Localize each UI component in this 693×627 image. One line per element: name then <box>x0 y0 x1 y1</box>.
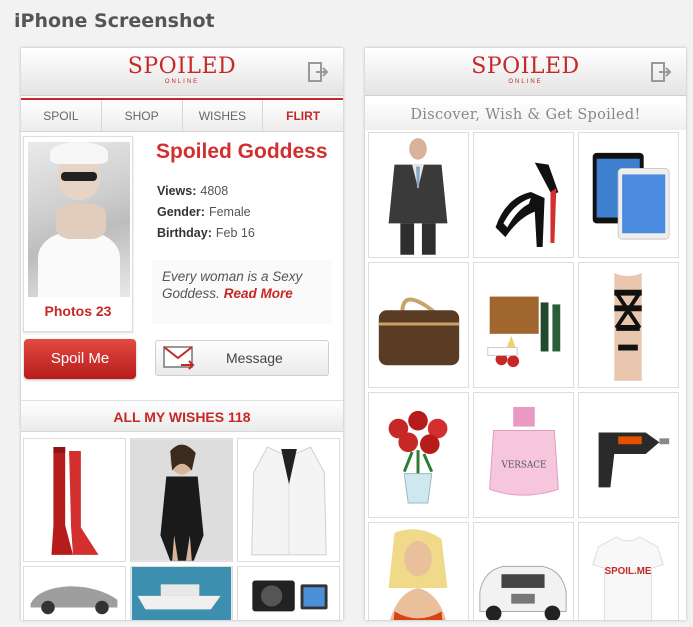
tab-spoil[interactable]: SPOIL <box>21 100 102 131</box>
logo-subtext: ONLINE <box>508 79 543 85</box>
product-roses[interactable] <box>368 392 469 518</box>
handbag-icon <box>369 263 468 387</box>
spoiled-logo[interactable]: SPOILED ONLINE <box>127 54 237 86</box>
tab-wishes[interactable]: WISHES <box>183 100 264 131</box>
logout-icon[interactable] <box>650 61 672 83</box>
sports-car-icon <box>24 567 125 620</box>
profile-screen: SPOILED ONLINE SPOIL SHOP WISHES FLIRT P… <box>21 48 343 620</box>
product-car[interactable] <box>473 522 574 620</box>
wishes-grid <box>23 438 341 620</box>
picnic-basket-icon <box>474 263 573 387</box>
all-wishes-header[interactable]: ALL MY WISHES 118 <box>21 400 343 432</box>
read-more-link[interactable]: Read More <box>224 286 293 301</box>
stat-birthday: Birthday: Feb 16 <box>157 226 255 247</box>
profile-card[interactable]: Photos 23 <box>23 136 133 332</box>
product-suit[interactable] <box>368 132 469 258</box>
wish-item-yacht[interactable] <box>130 566 233 620</box>
stat-value: 4808 <box>200 184 229 198</box>
app-header: SPOILED ONLINE <box>365 48 686 96</box>
mail-icon <box>163 346 195 370</box>
page-heading: iPhone Screenshot <box>14 10 215 32</box>
yacht-icon <box>131 567 232 620</box>
profile-name: Spoiled Goddess <box>156 140 328 163</box>
dress-model-icon <box>131 439 232 561</box>
perfume-label: VERSACE <box>500 461 546 471</box>
message-label: Message <box>226 350 283 366</box>
stat-label: Birthday: <box>157 226 212 240</box>
product-tshirt[interactable]: SPOIL.ME <box>578 522 679 620</box>
tshirt-icon: SPOIL.ME <box>579 523 678 620</box>
boots-icon <box>24 439 125 561</box>
logo-text: SPOILED <box>471 54 580 79</box>
drill-icon <box>579 393 678 517</box>
white-car-icon <box>474 523 573 620</box>
tab-shop[interactable]: SHOP <box>102 100 183 131</box>
profile-stats: Views: 4808 Gender: Female Birthday: Feb 16 <box>157 184 255 247</box>
product-model[interactable] <box>368 522 469 620</box>
discover-screen: SPOILED ONLINE Discover, Wish & Get Spoi… <box>365 48 686 620</box>
product-perfume[interactable]: VERSACE <box>473 392 574 518</box>
product-tablet[interactable] <box>578 132 679 258</box>
wish-item-red-boots[interactable] <box>23 438 126 562</box>
tab-flirt[interactable]: FLIRT <box>263 100 343 131</box>
photos-count[interactable]: Photos 23 <box>24 303 132 319</box>
wish-item-camera[interactable] <box>237 566 340 620</box>
stat-label: Gender: <box>157 205 205 219</box>
app-header: SPOILED ONLINE <box>21 48 343 96</box>
profile-photo[interactable] <box>28 142 130 297</box>
swimsuit-icon <box>579 263 678 387</box>
logo-text: SPOILED <box>127 54 237 79</box>
wish-item-sports-car[interactable] <box>23 566 126 620</box>
stat-value: Female <box>208 205 251 219</box>
message-button[interactable]: Message <box>155 340 329 376</box>
high-heels-icon <box>474 133 573 257</box>
product-heels[interactable] <box>473 132 574 258</box>
spoiled-logo[interactable]: SPOILED ONLINE <box>471 54 580 86</box>
product-picnic[interactable] <box>473 262 574 388</box>
logout-icon[interactable] <box>307 61 329 83</box>
profile-bio: Every woman is a Sexy Goddess. Read More <box>152 260 332 324</box>
tablet-icon <box>579 133 678 257</box>
wish-item-black-dress[interactable] <box>130 438 233 562</box>
tshirt-label: SPOIL.ME <box>605 566 652 577</box>
main-tabs: SPOIL SHOP WISHES FLIRT <box>21 98 343 132</box>
stat-label: Views: <box>157 184 197 198</box>
product-grid: VERSACE SPOIL.ME <box>368 132 683 620</box>
spoil-me-button[interactable]: Spoil Me <box>24 339 136 379</box>
product-handbag[interactable] <box>368 262 469 388</box>
stat-value: Feb 16 <box>215 226 255 240</box>
suit-icon <box>369 133 468 257</box>
discover-banner: Discover, Wish & Get Spoiled! <box>365 100 686 130</box>
stat-gender: Gender: Female <box>157 205 255 226</box>
logo-subtext: ONLINE <box>164 79 200 85</box>
perfume-icon: VERSACE <box>474 393 573 517</box>
wish-item-white-blazer[interactable] <box>237 438 340 562</box>
product-swimsuit[interactable] <box>578 262 679 388</box>
stat-views: Views: 4808 <box>157 184 255 205</box>
roses-icon <box>369 393 468 517</box>
model-icon <box>369 523 468 620</box>
blazer-icon <box>238 439 339 561</box>
product-drill[interactable] <box>578 392 679 518</box>
camera-icon <box>238 567 339 620</box>
